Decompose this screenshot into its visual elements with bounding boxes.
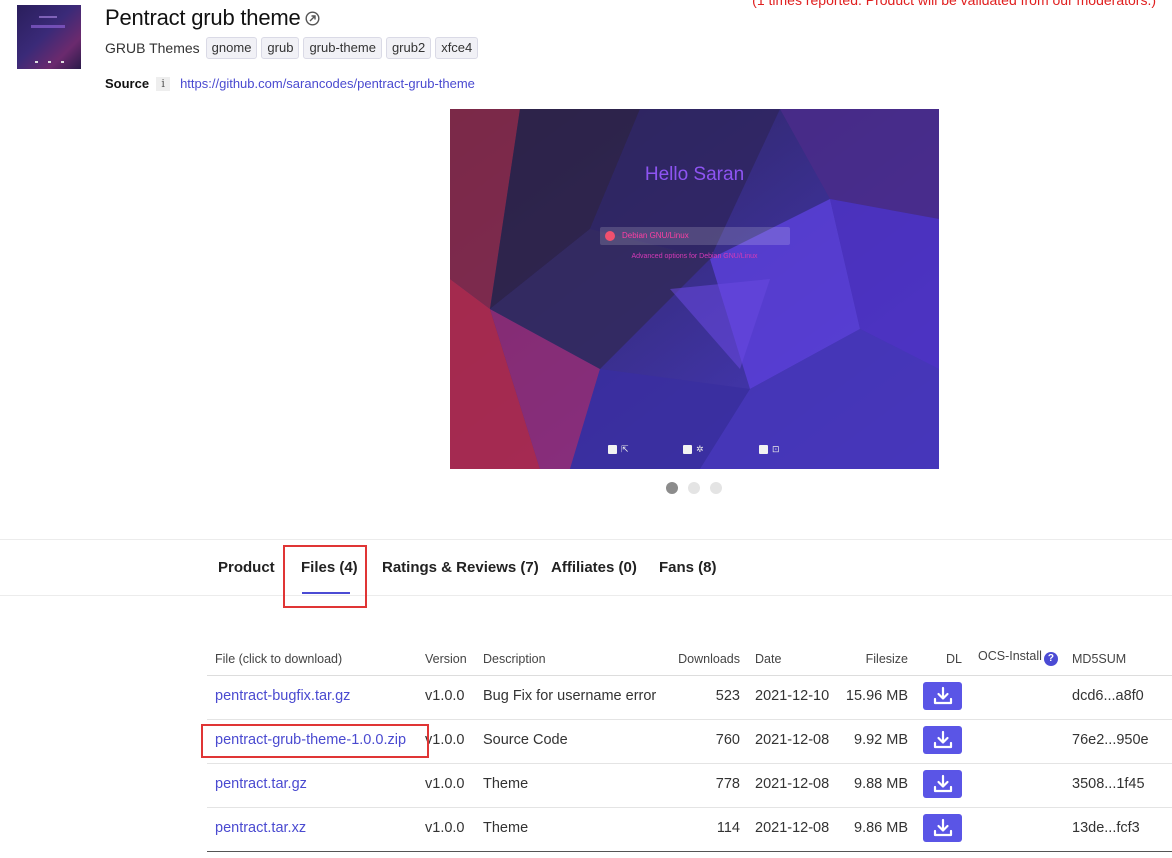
column-header-downloads[interactable]: Downloads bbox=[678, 652, 740, 666]
column-header-md5sum: MD5SUM bbox=[1072, 652, 1127, 666]
screenshot-menu-entry: Debian GNU/Linux bbox=[600, 227, 790, 245]
file-md5: 76e2...950e bbox=[1072, 732, 1149, 748]
column-header-date[interactable]: Date bbox=[755, 652, 781, 666]
tag-grub2[interactable]: grub2 bbox=[385, 37, 432, 59]
download-icon bbox=[933, 730, 952, 749]
file-md5: dcd6...a8f0 bbox=[1072, 688, 1144, 704]
tab-product[interactable]: Product bbox=[218, 559, 275, 576]
tab-affiliates[interactable]: Affiliates (0) bbox=[551, 559, 637, 576]
file-date: 2021-12-08 bbox=[755, 820, 830, 836]
column-header-filesize[interactable]: Filesize bbox=[866, 652, 908, 666]
category-row: GRUB Themes gnome grub grub-theme grub2 … bbox=[105, 37, 482, 59]
source-label: Source bbox=[105, 76, 150, 91]
file-md5: 13de...fcf3 bbox=[1072, 820, 1140, 836]
file-version: v1.0.0 bbox=[425, 820, 465, 836]
file-date: 2021-12-10 bbox=[755, 688, 830, 704]
download-icon bbox=[933, 686, 952, 705]
carousel-dot[interactable] bbox=[688, 482, 700, 494]
file-date: 2021-12-08 bbox=[755, 732, 830, 748]
file-downloads: 760 bbox=[715, 732, 740, 748]
external-link-icon[interactable] bbox=[305, 10, 320, 26]
product-thumbnail[interactable] bbox=[17, 5, 81, 69]
file-highlight-box bbox=[201, 724, 429, 758]
file-version: v1.0.0 bbox=[425, 688, 465, 704]
download-button[interactable] bbox=[923, 682, 962, 710]
column-header-version[interactable]: Version bbox=[425, 652, 467, 666]
file-size: 15.96 MB bbox=[845, 688, 908, 704]
tab-highlight-box bbox=[283, 545, 367, 608]
screenshot-footer-icon-group: ⇱ bbox=[608, 444, 629, 454]
screenshot-background bbox=[450, 109, 939, 469]
screenshot-gallery-image[interactable]: Hello Saran Debian GNU/Linux Advanced op… bbox=[450, 109, 939, 469]
file-date: 2021-12-08 bbox=[755, 776, 830, 792]
file-link[interactable]: pentract.tar.xz bbox=[215, 820, 306, 836]
file-size: 9.92 MB bbox=[854, 732, 908, 748]
file-description: Bug Fix for username error bbox=[483, 688, 657, 704]
table-row: pentract.tar.gz v1.0.0 Theme 778 2021-12… bbox=[207, 763, 1172, 808]
tab-ratings-reviews[interactable]: Ratings & Reviews (7) bbox=[382, 559, 539, 576]
column-header-dl: DL bbox=[946, 652, 962, 666]
download-icon bbox=[933, 774, 952, 793]
file-description: Theme bbox=[483, 776, 529, 792]
screenshot-footer-icon-group: ✲ bbox=[683, 444, 704, 454]
file-downloads: 523 bbox=[715, 688, 740, 704]
file-version: v1.0.0 bbox=[425, 732, 465, 748]
file-link[interactable]: pentract-bugfix.tar.gz bbox=[215, 688, 350, 704]
screenshot-footer-icon-group: ⊡ bbox=[759, 444, 780, 454]
file-link[interactable]: pentract.tar.gz bbox=[215, 776, 307, 792]
product-header: Pentract grub theme bbox=[105, 5, 320, 31]
download-button[interactable] bbox=[923, 726, 962, 754]
download-icon bbox=[933, 818, 952, 837]
carousel-indicators bbox=[666, 482, 722, 494]
download-button[interactable] bbox=[923, 770, 962, 798]
file-downloads: 114 bbox=[716, 820, 740, 836]
report-notice: (1 times reported. Product will be valid… bbox=[752, 0, 1156, 8]
file-description: Source Code bbox=[483, 732, 568, 748]
file-size: 9.88 MB bbox=[854, 776, 908, 792]
column-header-file[interactable]: File (click to download) bbox=[215, 652, 342, 666]
table-row: pentract-bugfix.tar.gz v1.0.0 Bug Fix fo… bbox=[207, 675, 1172, 720]
carousel-dot[interactable] bbox=[710, 482, 722, 494]
file-version: v1.0.0 bbox=[425, 776, 465, 792]
file-downloads: 778 bbox=[715, 776, 740, 792]
source-link[interactable]: https://github.com/sarancodes/pentract-g… bbox=[180, 76, 475, 91]
source-row: Source i https://github.com/sarancodes/p… bbox=[105, 76, 475, 91]
file-size: 9.86 MB bbox=[854, 820, 908, 836]
file-md5: 3508...1f45 bbox=[1072, 776, 1145, 792]
screenshot-heading: Hello Saran bbox=[644, 164, 745, 185]
info-icon[interactable]: i bbox=[156, 76, 171, 91]
tag-grub-theme[interactable]: grub-theme bbox=[303, 37, 382, 59]
help-icon[interactable]: ? bbox=[1043, 652, 1058, 666]
column-header-ocs-install: OCS-Install? bbox=[978, 649, 1058, 666]
tag-grub[interactable]: grub bbox=[261, 37, 300, 59]
category-link[interactable]: GRUB Themes bbox=[105, 40, 200, 56]
column-header-description[interactable]: Description bbox=[483, 652, 546, 666]
screenshot-menu-entry-2: Advanced options for Debian GNU/Linux bbox=[631, 253, 758, 260]
file-description: Theme bbox=[483, 820, 529, 836]
table-row: pentract.tar.xz v1.0.0 Theme 114 2021-12… bbox=[207, 807, 1172, 852]
download-button[interactable] bbox=[923, 814, 962, 842]
page-title: Pentract grub theme bbox=[105, 5, 301, 30]
tag-xfce4[interactable]: xfce4 bbox=[435, 37, 479, 59]
carousel-dot[interactable] bbox=[666, 482, 678, 494]
tag-gnome[interactable]: gnome bbox=[205, 37, 258, 59]
tab-fans[interactable]: Fans (8) bbox=[659, 559, 717, 576]
tab-bar: Product Files (4) Ratings & Reviews (7) … bbox=[0, 539, 1172, 596]
